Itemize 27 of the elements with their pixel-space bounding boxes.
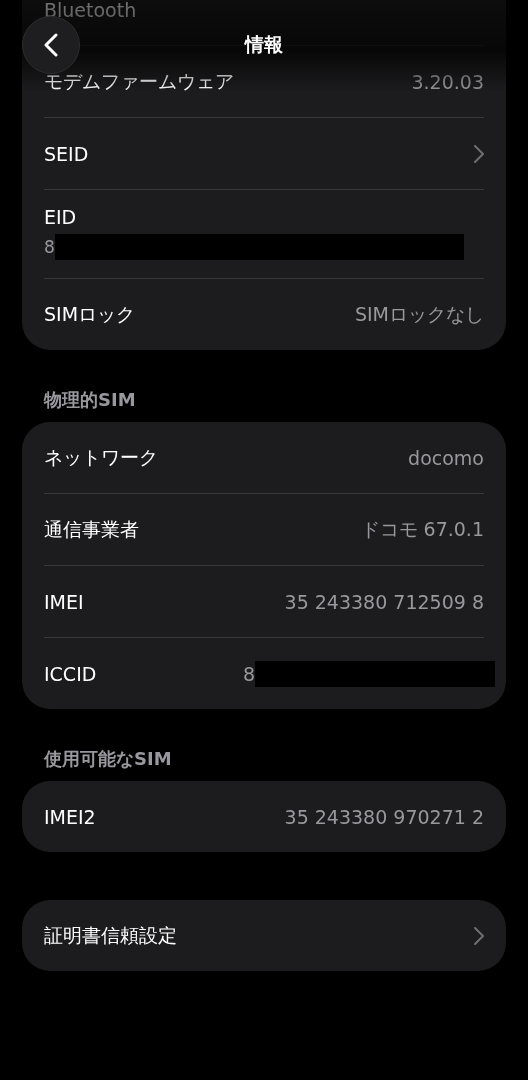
back-icon — [44, 33, 58, 57]
section-title: 使用可能なSIM — [42, 747, 173, 771]
chevron-icon — [474, 926, 484, 945]
list-item[interactable]: SEID — [44, 117, 484, 189]
row-label: IMEI — [44, 590, 84, 613]
row-label: IMEI2 — [44, 805, 96, 828]
row-value: SIMロックなし — [354, 301, 484, 327]
row-label: ICCID — [44, 662, 97, 685]
row-label: Bluetooth — [44, 0, 137, 21]
row-label: ネットワーク — [44, 444, 158, 470]
section-title: 物理的SIM — [42, 388, 137, 412]
screen-title: 情報 — [245, 32, 283, 57]
row-value: docomo — [408, 446, 484, 469]
row-label: SEID — [44, 142, 89, 165]
row-value: 8 — [243, 662, 256, 685]
row-label: 証明書信頼設定 — [44, 922, 177, 948]
row-label: EID — [44, 206, 78, 228]
row-value: 35 243380 712509 8 — [284, 590, 484, 613]
row-value: 8 — [44, 237, 55, 257]
row-label: 通信事業者 — [44, 516, 139, 542]
row-label: SIMロック — [44, 301, 136, 327]
list-item[interactable]: 証明書信頼設定 — [44, 900, 484, 971]
row-value: 35 243380 970271 2 — [284, 805, 484, 828]
row-label: モデムファームウェア — [44, 68, 234, 94]
chevron-icon — [474, 144, 484, 163]
row-value: 3.20.03 — [411, 70, 484, 93]
row-value: ドコモ 67.0.1 — [360, 516, 484, 542]
